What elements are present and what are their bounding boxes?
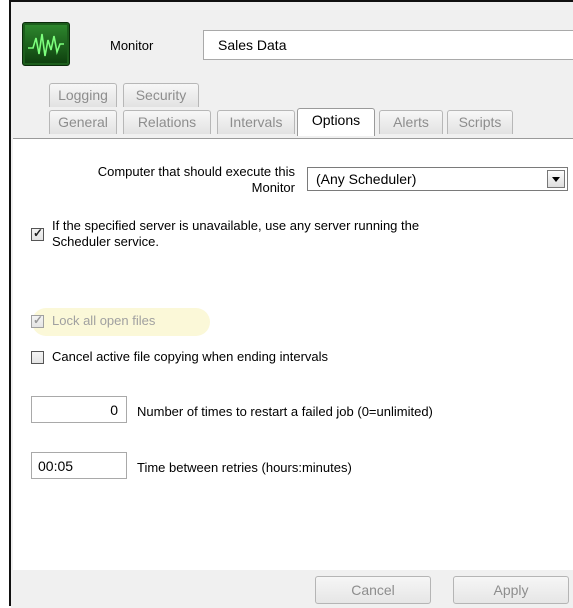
tab-alerts[interactable]: Alerts (379, 110, 443, 134)
retry-time-label: Time between retries (hours:minutes) (137, 460, 352, 475)
monitor-name-field[interactable]: Sales Data (203, 30, 573, 60)
computer-label: Computer that should execute this Monito… (51, 164, 295, 196)
tab-general[interactable]: General (49, 110, 117, 134)
lock-files-checkbox[interactable] (31, 313, 44, 328)
tab-intervals[interactable]: Intervals (217, 110, 295, 134)
monitor-waveform-icon (22, 22, 70, 66)
tab-scripts[interactable]: Scripts (447, 110, 513, 134)
cancel-copy-label: Cancel active file copying when ending i… (52, 349, 329, 364)
dialog-header: Monitor Sales Data (11, 2, 573, 76)
tab-security[interactable]: Security (123, 83, 199, 107)
tab-logging[interactable]: Logging (49, 83, 117, 107)
cancel-copy-checkbox[interactable] (31, 351, 44, 364)
computer-label-line1: Computer that should execute this (97, 164, 295, 179)
computer-label-line2: Monitor (251, 180, 295, 195)
chevron-down-icon[interactable] (547, 170, 565, 188)
computer-select-value: (Any Scheduler) (316, 171, 417, 187)
fallback-server-label: If the specified server is unavailable, … (52, 218, 552, 250)
fallback-server-label-line1: If the specified server is unavailable, … (52, 218, 420, 233)
restart-count-label: Number of times to restart a failed job … (137, 404, 433, 419)
cancel-button[interactable]: Cancel (315, 576, 431, 604)
computer-select[interactable]: (Any Scheduler) (307, 167, 568, 191)
lock-files-label: Lock all open files (52, 313, 156, 328)
fallback-server-checkbox[interactable] (31, 226, 44, 241)
restart-count-field[interactable]: 0 (31, 396, 127, 423)
retry-time-field[interactable]: 00:05 (31, 452, 127, 479)
tab-relations[interactable]: Relations (123, 110, 211, 134)
monitor-properties-dialog: Monitor Sales Data Logging Security Gene… (9, 0, 573, 608)
apply-button[interactable]: Apply (453, 576, 569, 604)
fallback-server-label-line2: Scheduler service. (52, 234, 159, 249)
tab-options[interactable]: Options (297, 108, 375, 136)
monitor-label: Monitor (110, 38, 154, 53)
